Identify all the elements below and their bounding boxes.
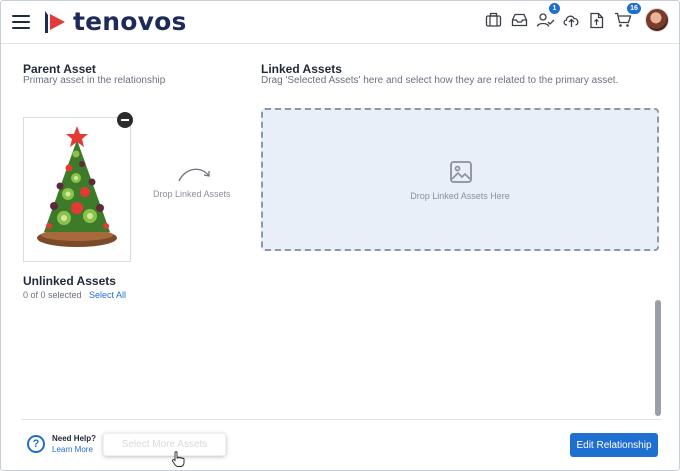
fruit-tree-image: [37, 126, 117, 247]
remove-parent-button[interactable]: [117, 112, 133, 128]
inbox-icon[interactable]: [509, 8, 529, 32]
hand-cursor-icon: [171, 451, 185, 467]
help-question-icon[interactable]: ?: [27, 435, 45, 453]
file-export-icon[interactable]: [587, 8, 607, 32]
learn-more-link[interactable]: Learn More: [52, 445, 93, 454]
linked-assets-title: Linked Assets: [261, 62, 342, 76]
cart-badge: 16: [627, 3, 641, 14]
parent-asset-thumbnail[interactable]: [23, 117, 131, 262]
linked-assets-dropzone[interactable]: Drop Linked Assets Here: [261, 108, 659, 251]
select-more-assets-button[interactable]: Select More Assets: [103, 433, 226, 456]
briefcase-icon[interactable]: [483, 8, 503, 32]
users-check-icon[interactable]: 1: [535, 3, 560, 32]
top-header: tenovos 1 16: [1, 1, 679, 44]
upload-cloud-icon[interactable]: [561, 8, 581, 32]
select-all-link[interactable]: Select All: [89, 290, 126, 300]
linked-assets-subtitle: Drag 'Selected Assets' here and select h…: [261, 75, 619, 86]
selection-count: 0 of 0 selected: [23, 290, 82, 300]
image-placeholder-icon: [450, 161, 472, 183]
hamburger-menu-icon[interactable]: [12, 15, 30, 29]
edit-relationship-button[interactable]: Edit Relationship: [570, 433, 658, 457]
dropzone-label: Drop Linked Assets Here: [410, 191, 510, 201]
header-actions: 1 16: [483, 3, 669, 32]
need-help-label: Need Help?: [52, 434, 97, 443]
user-avatar[interactable]: [645, 8, 669, 32]
parent-asset-subtitle: Primary asset in the relationship: [23, 75, 166, 86]
cart-icon[interactable]: 16: [613, 3, 641, 32]
unlinked-assets-title: Unlinked Assets: [23, 274, 116, 288]
notification-badge: 1: [549, 3, 560, 14]
vertical-scrollbar[interactable]: [655, 300, 661, 416]
drop-linked-hint: Drop Linked Assets: [153, 189, 231, 199]
parent-asset-title: Parent Asset: [23, 62, 96, 76]
app-window: tenovos 1 16 Parent Asset Primary asset …: [0, 0, 680, 471]
brand-name: tenovos: [73, 7, 187, 36]
play-logo-icon: [45, 10, 65, 33]
brand-logo[interactable]: tenovos: [41, 7, 187, 36]
footer-divider: [21, 419, 661, 420]
curved-arrow-icon: [178, 168, 210, 182]
